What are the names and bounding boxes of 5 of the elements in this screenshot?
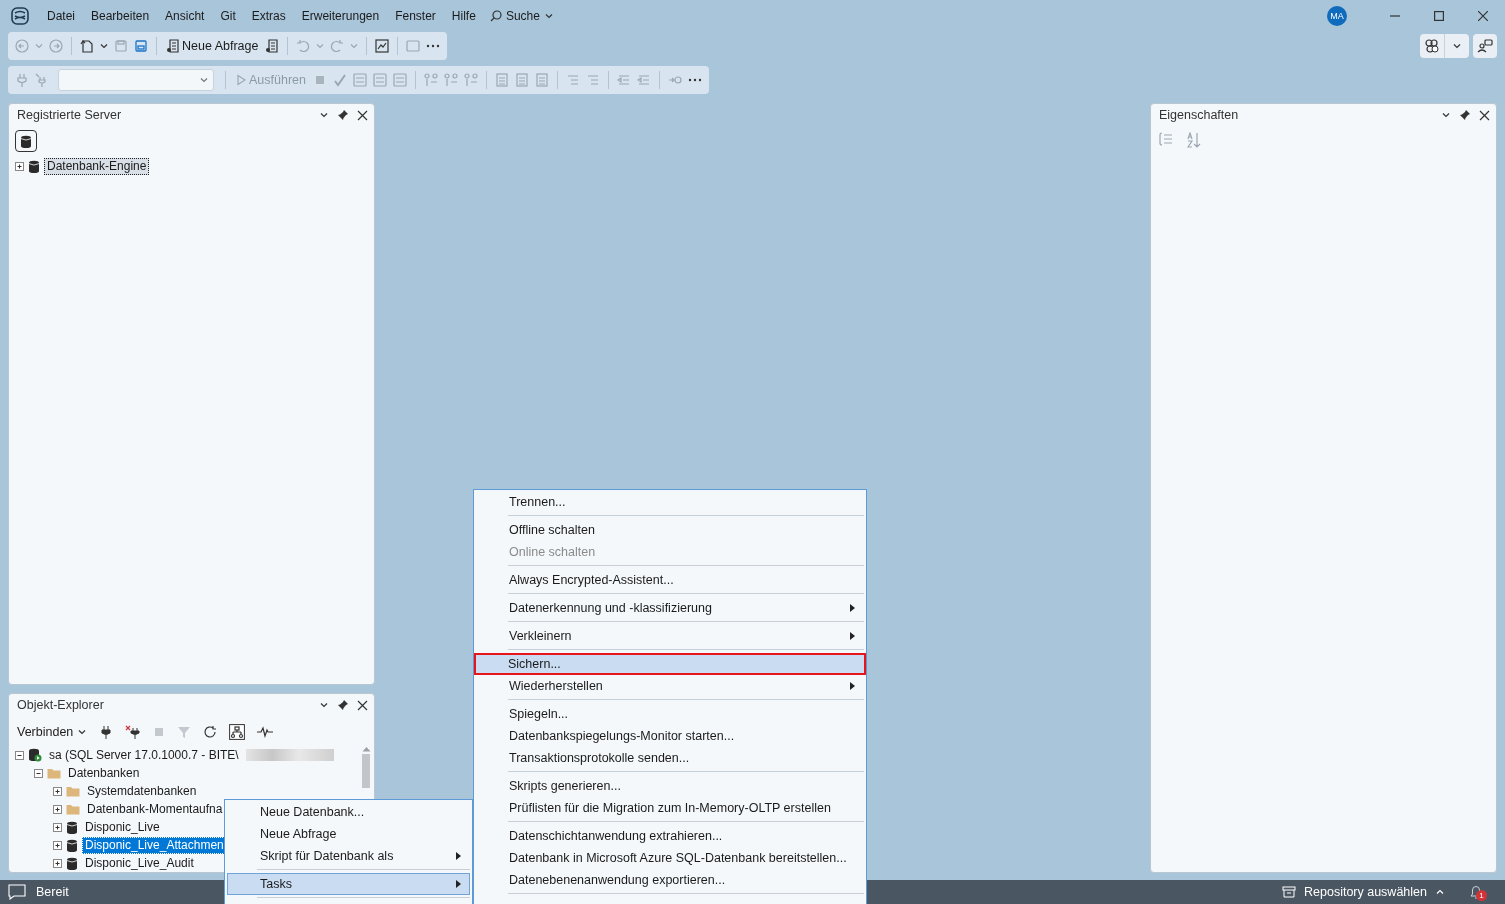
panel-title: Registrierte Server [17,108,123,122]
panel-title: Objekt-Explorer [17,698,105,712]
status-text: Bereit [36,885,69,899]
panel-title: Eigenschaften [1159,108,1240,122]
notification-badge: 1 [1476,890,1487,901]
